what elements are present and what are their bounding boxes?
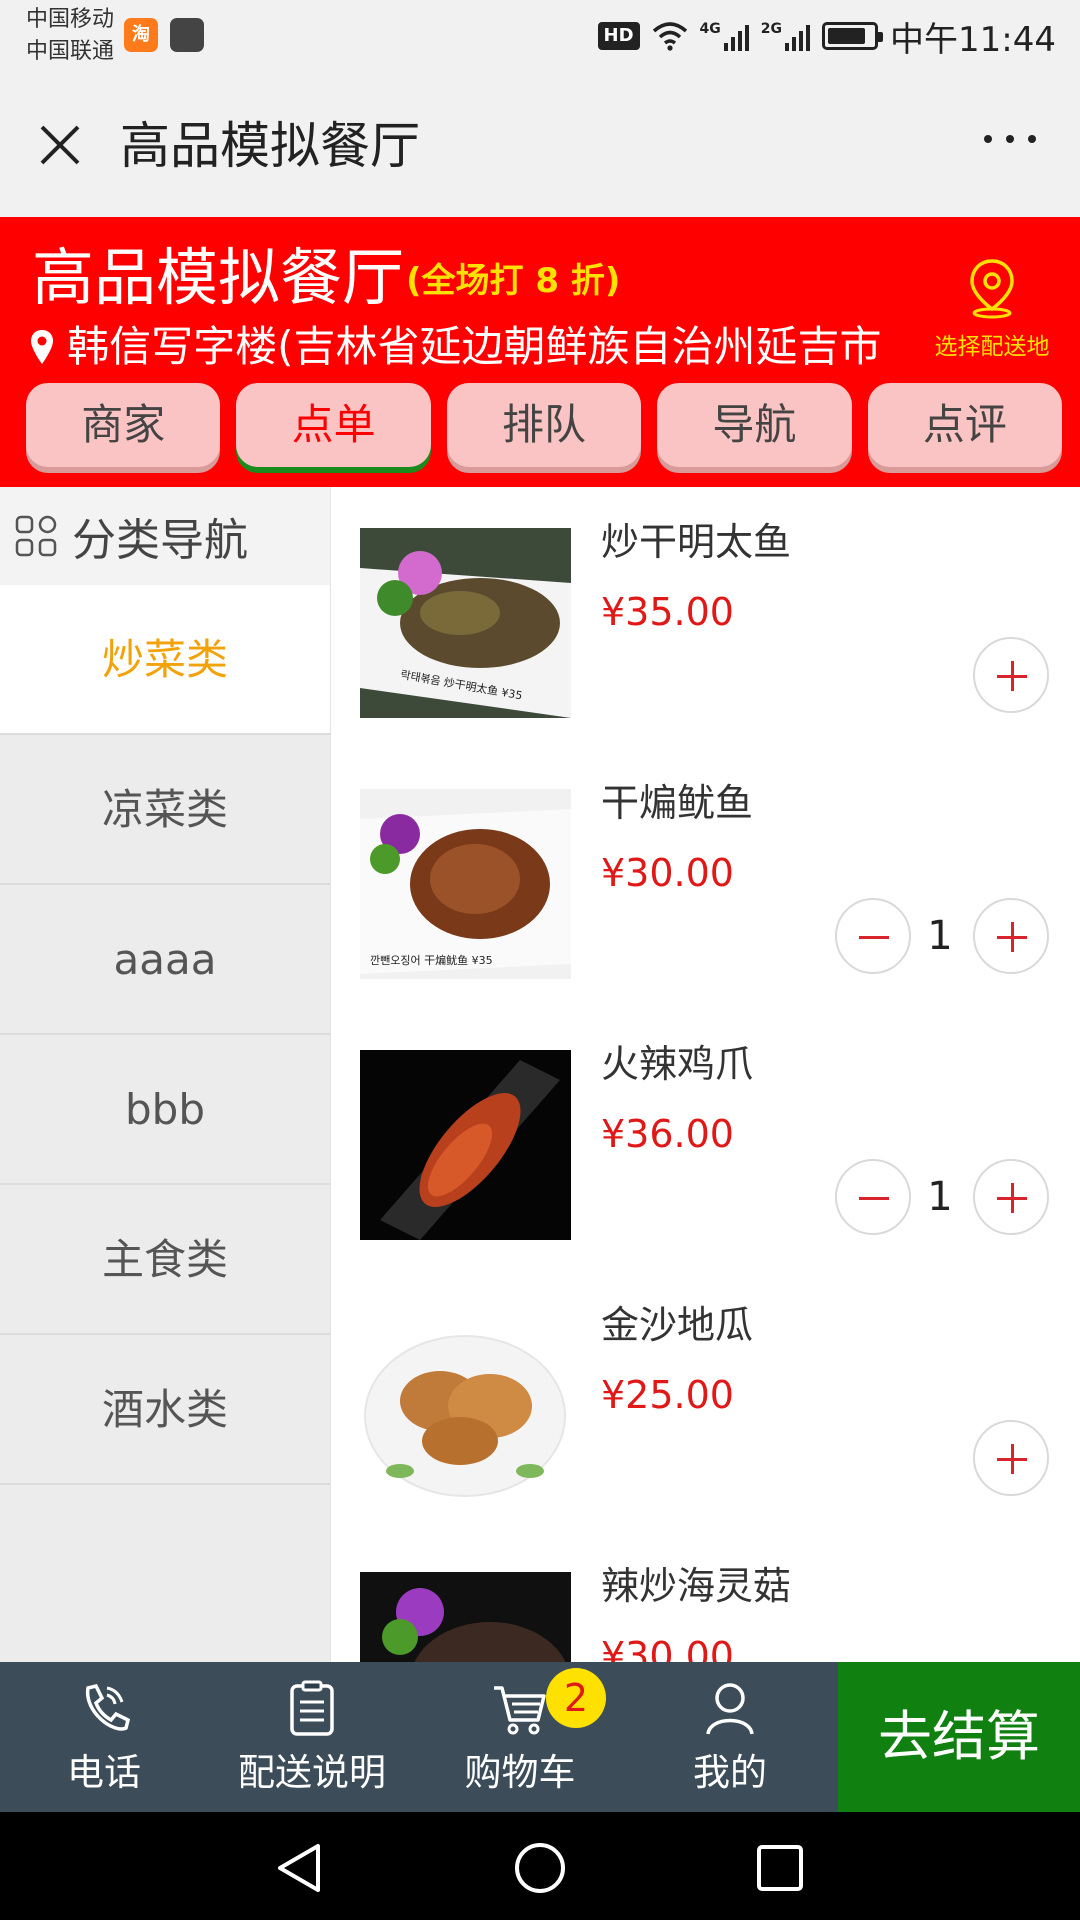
dish-image: 락태볶음 炒干明太鱼 ¥35 — [360, 528, 571, 718]
category-aaaa[interactable]: aaaa — [0, 885, 330, 1035]
dish-image — [360, 1050, 571, 1240]
dish-item: 락태볶음 炒干明太鱼 ¥35 炒干明太鱼 ¥35.00 — [331, 487, 1080, 748]
quantity-value: 1 — [927, 1174, 953, 1220]
clock: 中午11:44 — [890, 19, 1056, 60]
dish-name: 辣炒海灵菇 — [601, 1564, 792, 1608]
tab-queue[interactable]: 排队 — [446, 383, 642, 467]
discount-label: (全场打 8 折) — [406, 261, 621, 301]
tab-navigation[interactable]: 导航 — [657, 383, 852, 467]
clipboard-icon — [290, 1680, 334, 1736]
restaurant-header: 高品模拟餐厅 (全场打 8 折) 韩信写字楼(吉林省延边朝鲜族自治州延吉市 选择… — [0, 217, 1080, 487]
decrease-quantity-button[interactable] — [835, 1159, 911, 1235]
quantity-value: 1 — [927, 913, 953, 959]
cart-count-badge: 2 — [546, 1668, 606, 1728]
add-to-cart-button[interactable] — [973, 898, 1049, 974]
home-icon[interactable] — [512, 1840, 568, 1896]
nav-delivery-info-label: 配送说明 — [238, 1751, 386, 1794]
dish-item: 金沙地瓜 ¥25.00 — [331, 1270, 1080, 1531]
dish-image-caption: 깐뺀오징어 干煸鱿鱼 ¥35 — [370, 953, 493, 967]
taobao-notification-icon: 淘 — [124, 18, 158, 52]
category-sidebar: 分类导航 炒菜类 凉菜类 aaaa bbb 主食类 酒水类 — [0, 487, 331, 1662]
page-title: 高品模拟餐厅 — [120, 117, 420, 175]
nav-cart-label: 购物车 — [464, 1751, 576, 1794]
carrier-2: 中国联通 — [26, 39, 115, 64]
dish-price: ¥36.00 — [601, 1112, 734, 1156]
nav-delivery-info[interactable]: 配送说明 — [212, 1662, 412, 1812]
dish-name: 火辣鸡爪 — [601, 1042, 754, 1086]
checkout-button[interactable]: 去结算 — [838, 1662, 1080, 1812]
category-stir-fry[interactable]: 炒菜类 — [0, 585, 330, 735]
user-icon — [706, 1683, 754, 1735]
tab-merchant[interactable]: 商家 — [26, 383, 221, 467]
recents-icon[interactable] — [752, 1840, 808, 1896]
signal-2g-icon: 2G — [761, 21, 811, 51]
category-staple-food[interactable]: 主食类 — [0, 1185, 330, 1335]
add-to-cart-button[interactable] — [973, 637, 1049, 713]
carrier-1: 中国移动 — [26, 7, 115, 32]
category-nav-header: 分类导航 — [0, 487, 330, 585]
status-bar: 中国移动 中国联通 淘 HD 4G 2G 中午11:44 — [0, 0, 1080, 75]
dish-item: 火辣鸡爪 ¥36.00 1 — [331, 1009, 1080, 1270]
system-navigation-bar — [0, 1812, 1080, 1920]
close-icon[interactable] — [36, 121, 84, 169]
dish-list: 락태볶음 炒干明太鱼 ¥35 炒干明太鱼 ¥35.00 깐뺀오징어 干煸鱿鱼 ¥… — [331, 487, 1080, 1662]
bottom-nav: 电话 配送说明 购物车 2 我的 去结算 — [0, 1662, 1080, 1812]
more-icon[interactable] — [984, 135, 1036, 143]
nav-phone-label: 电话 — [67, 1751, 141, 1794]
address-row: 韩信写字楼(吉林省延边朝鲜族自治州延吉市 — [30, 317, 890, 377]
decrease-quantity-button[interactable] — [835, 898, 911, 974]
dish-price: ¥30.00 — [601, 1634, 734, 1662]
nav-phone[interactable]: 电话 — [4, 1662, 204, 1812]
dish-image — [360, 1311, 571, 1501]
add-to-cart-button[interactable] — [973, 1420, 1049, 1496]
dish-image: 깐뺀오징어 干煸鱿鱼 ¥35 — [360, 789, 571, 979]
tab-reviews[interactable]: 点评 — [867, 383, 1063, 467]
dish-name: 炒干明太鱼 — [601, 520, 792, 564]
dish-name: 干煸鱿鱼 — [601, 781, 754, 825]
category-drinks[interactable]: 酒水类 — [0, 1335, 330, 1485]
dish-image — [360, 1572, 571, 1662]
nav-profile[interactable]: 我的 — [630, 1662, 830, 1812]
select-delivery-label: 选择配送地 — [934, 334, 1050, 360]
restaurant-address: 韩信写字楼(吉林省延边朝鲜族自治州延吉市 — [67, 322, 882, 371]
nav-profile-label: 我的 — [693, 1751, 767, 1794]
huawei-notification-icon — [170, 18, 204, 52]
battery-icon — [822, 22, 884, 50]
wifi-icon — [652, 22, 687, 51]
category-cold-dishes[interactable]: 凉菜类 — [0, 735, 330, 885]
dish-price: ¥30.00 — [601, 851, 734, 895]
category-grid-icon — [15, 515, 57, 557]
location-pin-icon — [31, 330, 53, 364]
hd-icon: HD — [597, 22, 640, 50]
dish-item: 辣炒海灵菇 ¥30.00 — [331, 1531, 1080, 1662]
dish-price: ¥35.00 — [601, 590, 734, 634]
phone-icon — [86, 1683, 131, 1731]
status-indicators: HD 4G 2G 中午11:44 — [597, 14, 1056, 60]
signal-4g-icon: 4G — [700, 21, 749, 51]
back-icon[interactable] — [272, 1840, 328, 1896]
category-nav-title: 分类导航 — [72, 515, 248, 566]
restaurant-name: 高品模拟餐厅 — [32, 241, 405, 314]
category-bbb[interactable]: bbb — [0, 1035, 330, 1185]
cart-icon — [494, 1686, 546, 1735]
tab-order[interactable]: 点单 — [236, 383, 431, 467]
dish-price: ¥25.00 — [601, 1373, 734, 1417]
dish-item: 깐뺀오징어 干煸鱿鱼 ¥35 干煸鱿鱼 ¥30.00 1 — [331, 748, 1080, 1009]
select-delivery-address-button[interactable]: 选择配送地 — [924, 257, 1060, 367]
dish-name: 金沙地瓜 — [601, 1303, 754, 1347]
restaurant-tabs: 商家 点单 排队 导航 点评 — [26, 383, 1063, 473]
add-to-cart-button[interactable] — [973, 1159, 1049, 1235]
title-bar: 高品模拟餐厅 — [0, 75, 1080, 217]
map-marker-icon — [970, 259, 1014, 319]
